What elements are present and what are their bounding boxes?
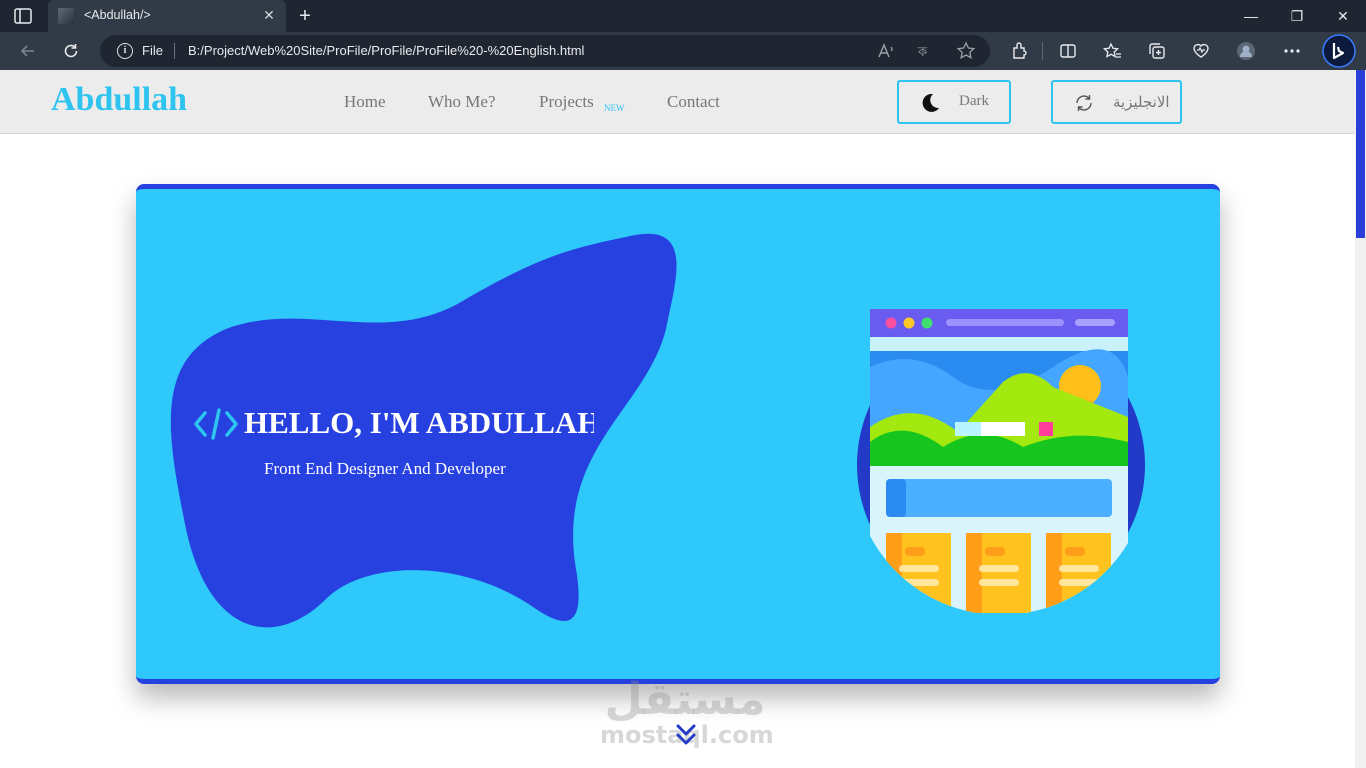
- browser-toolbar: i File B:/Project/Web%20Site/ProFile/Pro…: [0, 32, 1366, 70]
- browser-essentials-icon[interactable]: [1191, 41, 1211, 61]
- refresh-icon[interactable]: [61, 41, 81, 61]
- browser-tab[interactable]: <Abdullah/> ✕: [48, 0, 286, 32]
- read-aloud-icon[interactable]: [876, 41, 896, 61]
- hero-banner: HELLO, I'M ABDULLAH Front End Designer A…: [136, 184, 1220, 684]
- svg-text:ক: ক: [917, 45, 928, 60]
- more-options-icon[interactable]: [1282, 41, 1302, 61]
- page-scrollbar[interactable]: [1355, 70, 1366, 768]
- back-arrow-icon[interactable]: [18, 41, 38, 61]
- refresh-language-icon: [1076, 95, 1092, 111]
- nav-projects[interactable]: Projects: [539, 92, 594, 112]
- window-close-button[interactable]: ✕: [1320, 0, 1366, 32]
- toolbar-divider: [1042, 42, 1043, 60]
- extensions-icon[interactable]: [1010, 41, 1030, 61]
- nav-who-me[interactable]: Who Me?: [428, 92, 496, 112]
- tab-title: <Abdullah/>: [84, 8, 151, 22]
- address-bar[interactable]: i File B:/Project/Web%20Site/ProFile/Pro…: [100, 35, 990, 67]
- projects-new-badge: NEW: [604, 103, 625, 113]
- address-url[interactable]: B:/Project/Web%20Site/ProFile/ProFile/Pr…: [188, 43, 584, 58]
- minimize-button[interactable]: —: [1228, 0, 1274, 32]
- new-tab-button[interactable]: +: [294, 5, 316, 27]
- translate-icon[interactable]: ক: [916, 41, 936, 61]
- nav-contact[interactable]: Contact: [667, 92, 720, 112]
- hero-subtitle: Front End Designer And Developer: [264, 459, 506, 478]
- page-viewport: Abdullah Home Who Me? Projects NEW Conta…: [0, 70, 1355, 768]
- favorites-icon[interactable]: [1102, 41, 1122, 61]
- dark-mode-label: Dark: [959, 93, 989, 109]
- web-design-illustration: [857, 309, 1145, 613]
- watermark-arabic: مستقل: [604, 674, 766, 725]
- favicon-icon: [58, 8, 74, 24]
- browser-tab-bar: <Abdullah/> ✕ + — ❐ ✕: [0, 0, 1366, 32]
- scroll-down-chevron-icon[interactable]: [675, 722, 697, 748]
- language-switch-button[interactable]: الانجليزية: [1051, 80, 1182, 124]
- language-label: الانجليزية: [1113, 95, 1170, 111]
- profile-avatar-icon[interactable]: [1236, 41, 1256, 61]
- tab-actions-icon[interactable]: [14, 8, 32, 24]
- code-brackets-icon: [194, 408, 238, 440]
- site-logo[interactable]: Abdullah: [51, 81, 187, 119]
- tab-close-icon[interactable]: ✕: [260, 7, 278, 25]
- address-scheme: File: [142, 43, 163, 58]
- hero-title: HELLO, I'M ABDULLAH: [244, 405, 594, 440]
- site-info-icon[interactable]: i: [117, 43, 133, 59]
- favorite-star-icon[interactable]: [956, 41, 976, 61]
- copilot-icon[interactable]: [1322, 34, 1356, 68]
- collections-icon[interactable]: [1147, 41, 1167, 61]
- site-header: Abdullah Home Who Me? Projects NEW Conta…: [0, 70, 1355, 134]
- nav-home[interactable]: Home: [344, 92, 386, 112]
- restore-button[interactable]: ❐: [1274, 0, 1320, 32]
- address-divider: [174, 43, 175, 59]
- scrollbar-thumb[interactable]: [1356, 70, 1365, 238]
- dark-mode-button[interactable]: Dark: [897, 80, 1011, 124]
- split-screen-icon[interactable]: [1058, 41, 1078, 61]
- moon-icon: [922, 93, 939, 112]
